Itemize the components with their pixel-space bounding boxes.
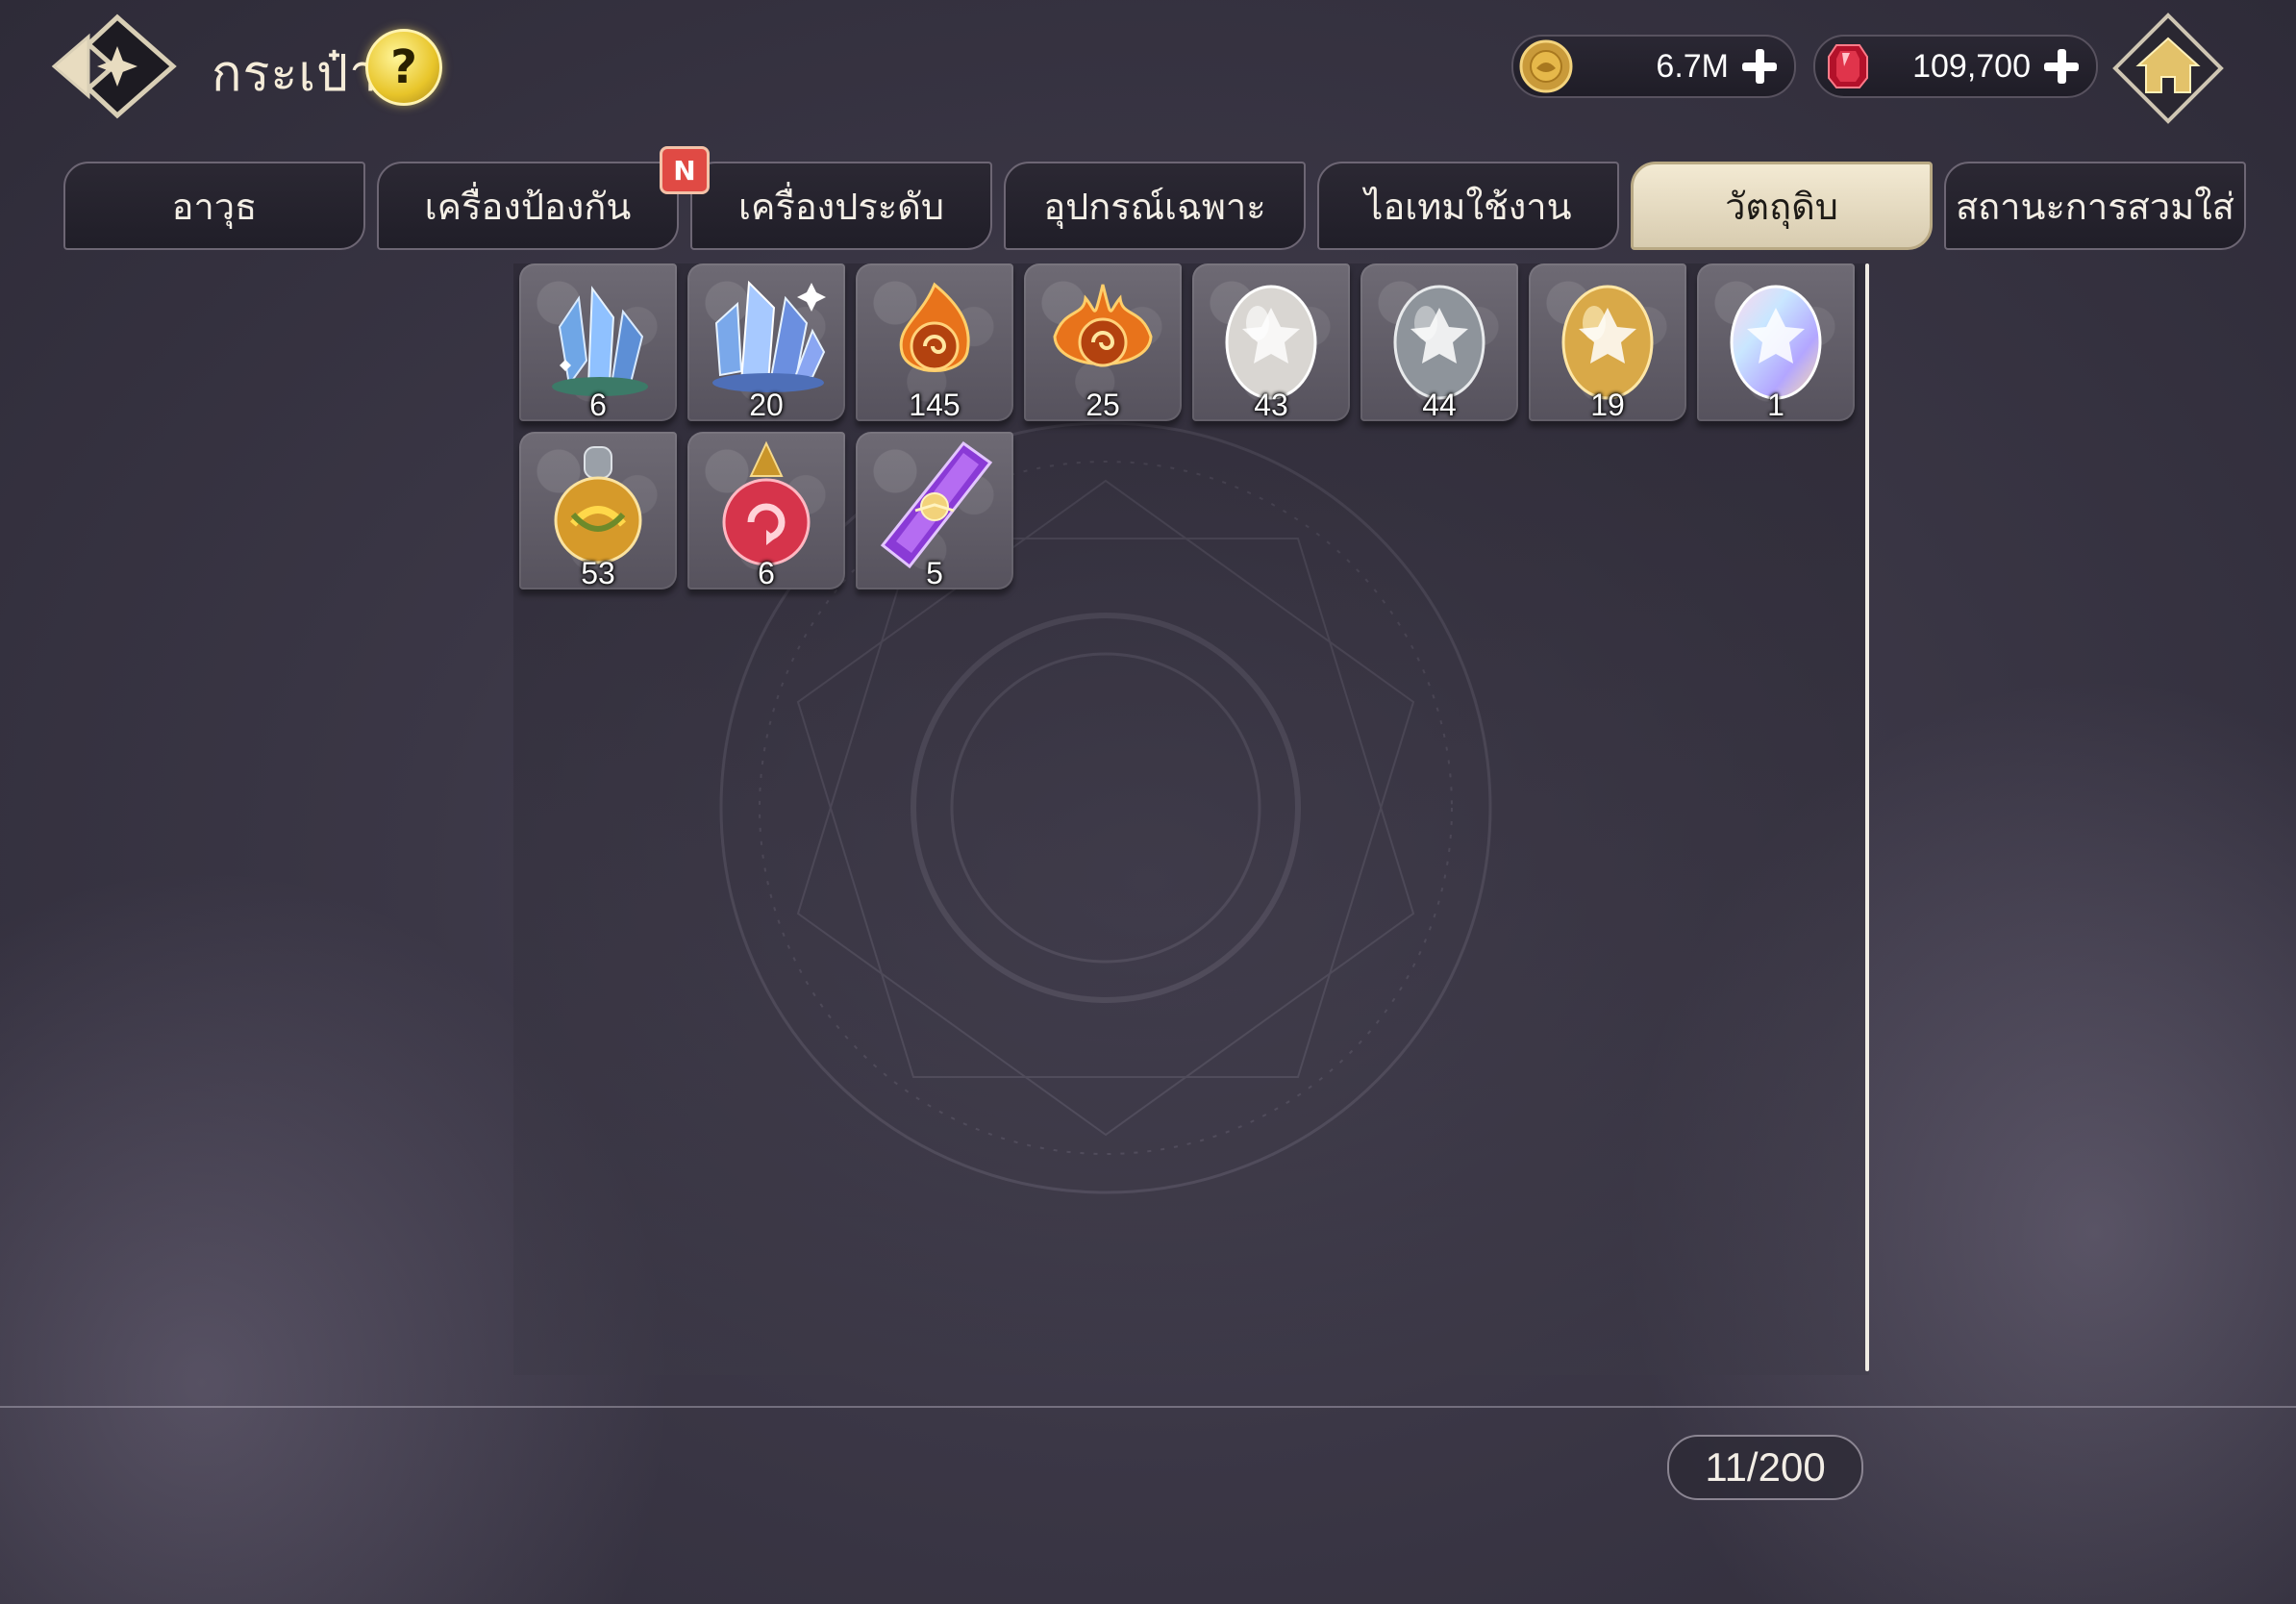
page-title: กระเป๋า <box>212 46 379 102</box>
footer-divider <box>0 1406 2296 1408</box>
gold-amount: 6.7M <box>1656 47 1729 85</box>
item-slot[interactable]: 20 <box>687 263 845 422</box>
item-quantity: 25 <box>1086 388 1120 422</box>
item-quantity: 1 <box>1767 388 1784 422</box>
item-slot[interactable]: 145 <box>856 263 1013 422</box>
item-quantity: 6 <box>589 388 607 422</box>
gem-currency-display: 109,700 <box>1813 35 2098 98</box>
help-button[interactable]: ? <box>365 29 442 106</box>
tab-consumables[interactable]: ไอเทมใช้งาน <box>1317 162 1619 250</box>
item-quantity: 19 <box>1590 388 1625 422</box>
new-badge: N <box>660 146 710 194</box>
back-button[interactable] <box>50 13 177 119</box>
gold-currency-display: 6.7M <box>1511 35 1796 98</box>
item-quantity: 20 <box>749 388 784 422</box>
red-potion-icon <box>722 440 811 566</box>
scrollbar[interactable] <box>1865 263 1869 1371</box>
item-slot[interactable]: 43 <box>1192 263 1350 422</box>
add-gem-button[interactable] <box>2042 47 2081 86</box>
inventory-panel <box>513 263 1869 1375</box>
gem-amount: 109,700 <box>1912 47 2031 85</box>
blue-crystal-large-icon <box>712 280 826 392</box>
tab-equipped-status[interactable]: สถานะการสวมใส่ <box>1944 162 2246 250</box>
item-slot[interactable]: 25 <box>1024 263 1182 422</box>
back-arrow-icon <box>51 13 177 119</box>
rainbow-egg-icon <box>1730 285 1822 400</box>
silver-egg-icon <box>1225 285 1317 400</box>
item-quantity: 53 <box>581 556 615 590</box>
item-slot[interactable]: 44 <box>1360 263 1518 422</box>
yellow-potion-icon <box>554 446 642 564</box>
gold-coin-icon <box>1519 39 1573 93</box>
inventory-capacity: 11/200 <box>1667 1435 1863 1500</box>
item-slot[interactable]: 53 <box>519 432 677 590</box>
fire-orb-small-icon <box>899 282 970 372</box>
item-slot[interactable]: 5 <box>856 432 1013 590</box>
fire-orb-large-icon <box>1053 284 1153 367</box>
home-button[interactable] <box>2111 12 2225 125</box>
red-gem-icon <box>1828 44 1868 88</box>
tab-armor[interactable]: เครื่องป้องกัน <box>377 162 679 250</box>
dark-silver-egg-icon <box>1393 285 1485 400</box>
blue-crystal-small-icon <box>552 286 648 396</box>
add-gold-button[interactable] <box>1740 47 1779 86</box>
item-quantity: 145 <box>909 388 961 422</box>
home-icon <box>2112 13 2224 124</box>
item-quantity: 5 <box>926 556 943 590</box>
item-slot[interactable]: 1 <box>1697 263 1855 422</box>
tab-accessories[interactable]: เครื่องประดับ <box>690 162 992 250</box>
tab-materials[interactable]: วัตถุดิบ <box>1631 162 1933 250</box>
item-quantity: 44 <box>1422 388 1457 422</box>
item-quantity: 6 <box>758 556 775 590</box>
item-slot[interactable]: 19 <box>1529 263 1686 422</box>
tab-weapons[interactable]: อาวุธ <box>63 162 365 250</box>
tab-special-equipment[interactable]: อุปกรณ์เฉพาะ <box>1004 162 1306 250</box>
item-slot[interactable]: 6 <box>687 432 845 590</box>
purple-crystal-icon <box>880 440 993 569</box>
item-quantity: 43 <box>1254 388 1288 422</box>
item-slot[interactable]: 6 <box>519 263 677 422</box>
gold-egg-icon <box>1561 285 1654 400</box>
